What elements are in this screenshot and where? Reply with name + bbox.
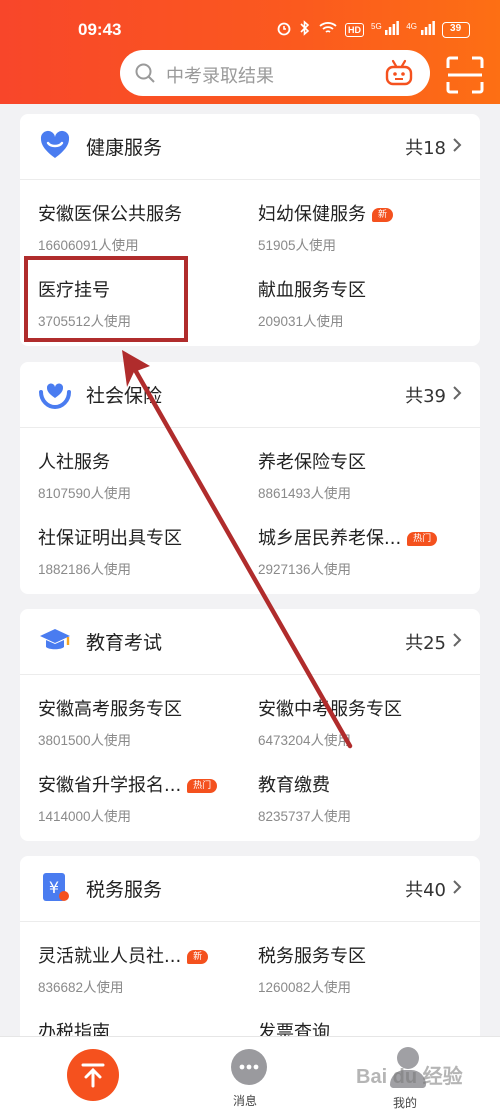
category-title: 健康服务	[86, 137, 163, 159]
category-header[interactable]: 社会保险 共39	[20, 362, 480, 428]
service-item[interactable]: 安徽医保公共服务 16606091人使用	[38, 200, 238, 264]
app-header: 09:43 HD 5G 4G 39 中考录取结果	[0, 0, 500, 104]
up-arrow-icon	[81, 1063, 105, 1088]
status-icons: HD 5G 4G 39	[276, 20, 470, 39]
service-usage: 836682人使用	[38, 980, 124, 995]
chevron-right-icon	[452, 879, 462, 899]
service-usage: 3801500人使用	[38, 733, 132, 748]
alarm-icon	[276, 20, 292, 39]
baidu-watermark: Bai du 经验	[356, 1066, 463, 1088]
service-item[interactable]: 献血服务专区 209031人使用	[258, 276, 458, 340]
service-item[interactable]: 安徽省升学报名... 热门 1414000人使用	[38, 771, 238, 835]
category-header[interactable]: 教育考试 共25	[20, 609, 480, 675]
category-title: 教育考试	[86, 632, 163, 654]
chevron-right-icon	[452, 632, 462, 652]
service-name: 教育缴费	[258, 775, 330, 796]
service-name: 税务服务专区	[258, 946, 366, 967]
category-title: 税务服务	[86, 879, 163, 901]
category-card-education: 教育考试 共25 安徽高考服务专区 3801500人使用 安徽中考服务专区 64…	[20, 609, 480, 841]
search-icon	[134, 62, 156, 88]
service-usage: 1414000人使用	[38, 809, 132, 824]
nav-messages-button[interactable]	[231, 1049, 267, 1085]
service-item[interactable]: 安徽中考服务专区 6473204人使用	[258, 695, 458, 759]
svg-text:¥: ¥	[49, 878, 59, 897]
scan-icon[interactable]	[446, 56, 484, 98]
chevron-right-icon	[452, 385, 462, 405]
service-name: 安徽省升学报名...	[38, 775, 182, 796]
assistant-robot-icon[interactable]	[384, 59, 414, 91]
service-name: 城乡居民养老保...	[258, 528, 402, 549]
category-header[interactable]: ¥ 税务服务 共40	[20, 856, 480, 922]
service-name: 养老保险专区	[258, 452, 366, 473]
service-name: 安徽高考服务专区	[38, 699, 182, 720]
service-item[interactable]: 养老保险专区 8861493人使用	[258, 448, 458, 512]
category-count: 共39	[405, 386, 446, 407]
nav-profile-label[interactable]: 我的	[393, 1094, 417, 1111]
chevron-right-icon	[452, 137, 462, 157]
search-bar[interactable]: 中考录取结果	[120, 50, 430, 96]
status-time: 09:43	[78, 20, 122, 39]
service-name: 人社服务	[38, 452, 110, 473]
category-count: 共18	[405, 138, 446, 159]
category-header[interactable]: 健康服务 共18	[20, 114, 480, 180]
service-item[interactable]: 安徽高考服务专区 3801500人使用	[38, 695, 238, 759]
highlight-box	[24, 256, 188, 342]
service-name: 安徽中考服务专区	[258, 699, 402, 720]
service-item[interactable]: 教育缴费 8235737人使用	[258, 771, 458, 835]
nav-messages-label[interactable]: 消息	[233, 1092, 257, 1109]
battery-icon: 39	[441, 21, 470, 38]
service-usage: 8861493人使用	[258, 486, 352, 501]
service-item[interactable]: 灵活就业人员社... 新 836682人使用	[38, 942, 238, 1006]
tax-document-icon: ¥	[38, 870, 72, 904]
bluetooth-icon	[299, 20, 311, 39]
heart-hands-icon	[38, 376, 72, 410]
service-name: 社保证明出具专区	[38, 528, 182, 549]
signal-5g-icon: 5G	[371, 21, 400, 38]
category-title: 社会保险	[86, 385, 163, 407]
signal-4g-icon: 4G	[406, 21, 435, 38]
status-bar: 09:43 HD 5G 4G 39	[0, 16, 500, 46]
search-placeholder: 中考录取结果	[166, 66, 274, 87]
wifi-icon	[318, 20, 338, 39]
service-usage: 209031人使用	[258, 314, 344, 329]
new-badge: 新	[372, 208, 394, 222]
service-usage: 8235737人使用	[258, 809, 352, 824]
hot-badge: 热门	[407, 532, 438, 546]
hot-badge: 热门	[187, 779, 218, 793]
nav-home-button[interactable]	[67, 1049, 119, 1101]
service-name: 献血服务专区	[258, 280, 366, 301]
service-name: 妇幼保健服务	[258, 204, 366, 225]
graduation-cap-icon	[38, 623, 72, 657]
category-card-tax: ¥ 税务服务 共40 灵活就业人员社... 新 836682人使用 税务服务专区 …	[20, 856, 480, 1046]
service-usage: 51905人使用	[258, 238, 337, 253]
category-count: 共25	[405, 633, 446, 654]
service-name: 灵活就业人员社...	[38, 946, 182, 967]
service-usage: 16606091人使用	[38, 238, 139, 253]
service-usage: 2927136人使用	[258, 562, 352, 577]
service-usage: 1882186人使用	[38, 562, 132, 577]
service-item[interactable]: 城乡居民养老保... 热门 2927136人使用	[258, 524, 458, 588]
service-usage: 6473204人使用	[258, 733, 352, 748]
service-name: 安徽医保公共服务	[38, 204, 182, 225]
service-item[interactable]: 人社服务 8107590人使用	[38, 448, 238, 512]
chat-bubble-icon	[239, 1064, 259, 1070]
category-card-social-insurance: 社会保险 共39 人社服务 8107590人使用 养老保险专区 8861493人…	[20, 362, 480, 594]
heart-icon	[38, 128, 72, 162]
service-usage: 1260082人使用	[258, 980, 352, 995]
service-item[interactable]: 妇幼保健服务新 51905人使用	[258, 200, 458, 264]
hd-badge: HD	[345, 22, 364, 37]
service-item[interactable]: 社保证明出具专区 1882186人使用	[38, 524, 238, 588]
service-usage: 8107590人使用	[38, 486, 132, 501]
new-badge: 新	[187, 950, 209, 964]
service-item[interactable]: 税务服务专区 1260082人使用	[258, 942, 458, 1006]
category-count: 共40	[405, 880, 446, 901]
